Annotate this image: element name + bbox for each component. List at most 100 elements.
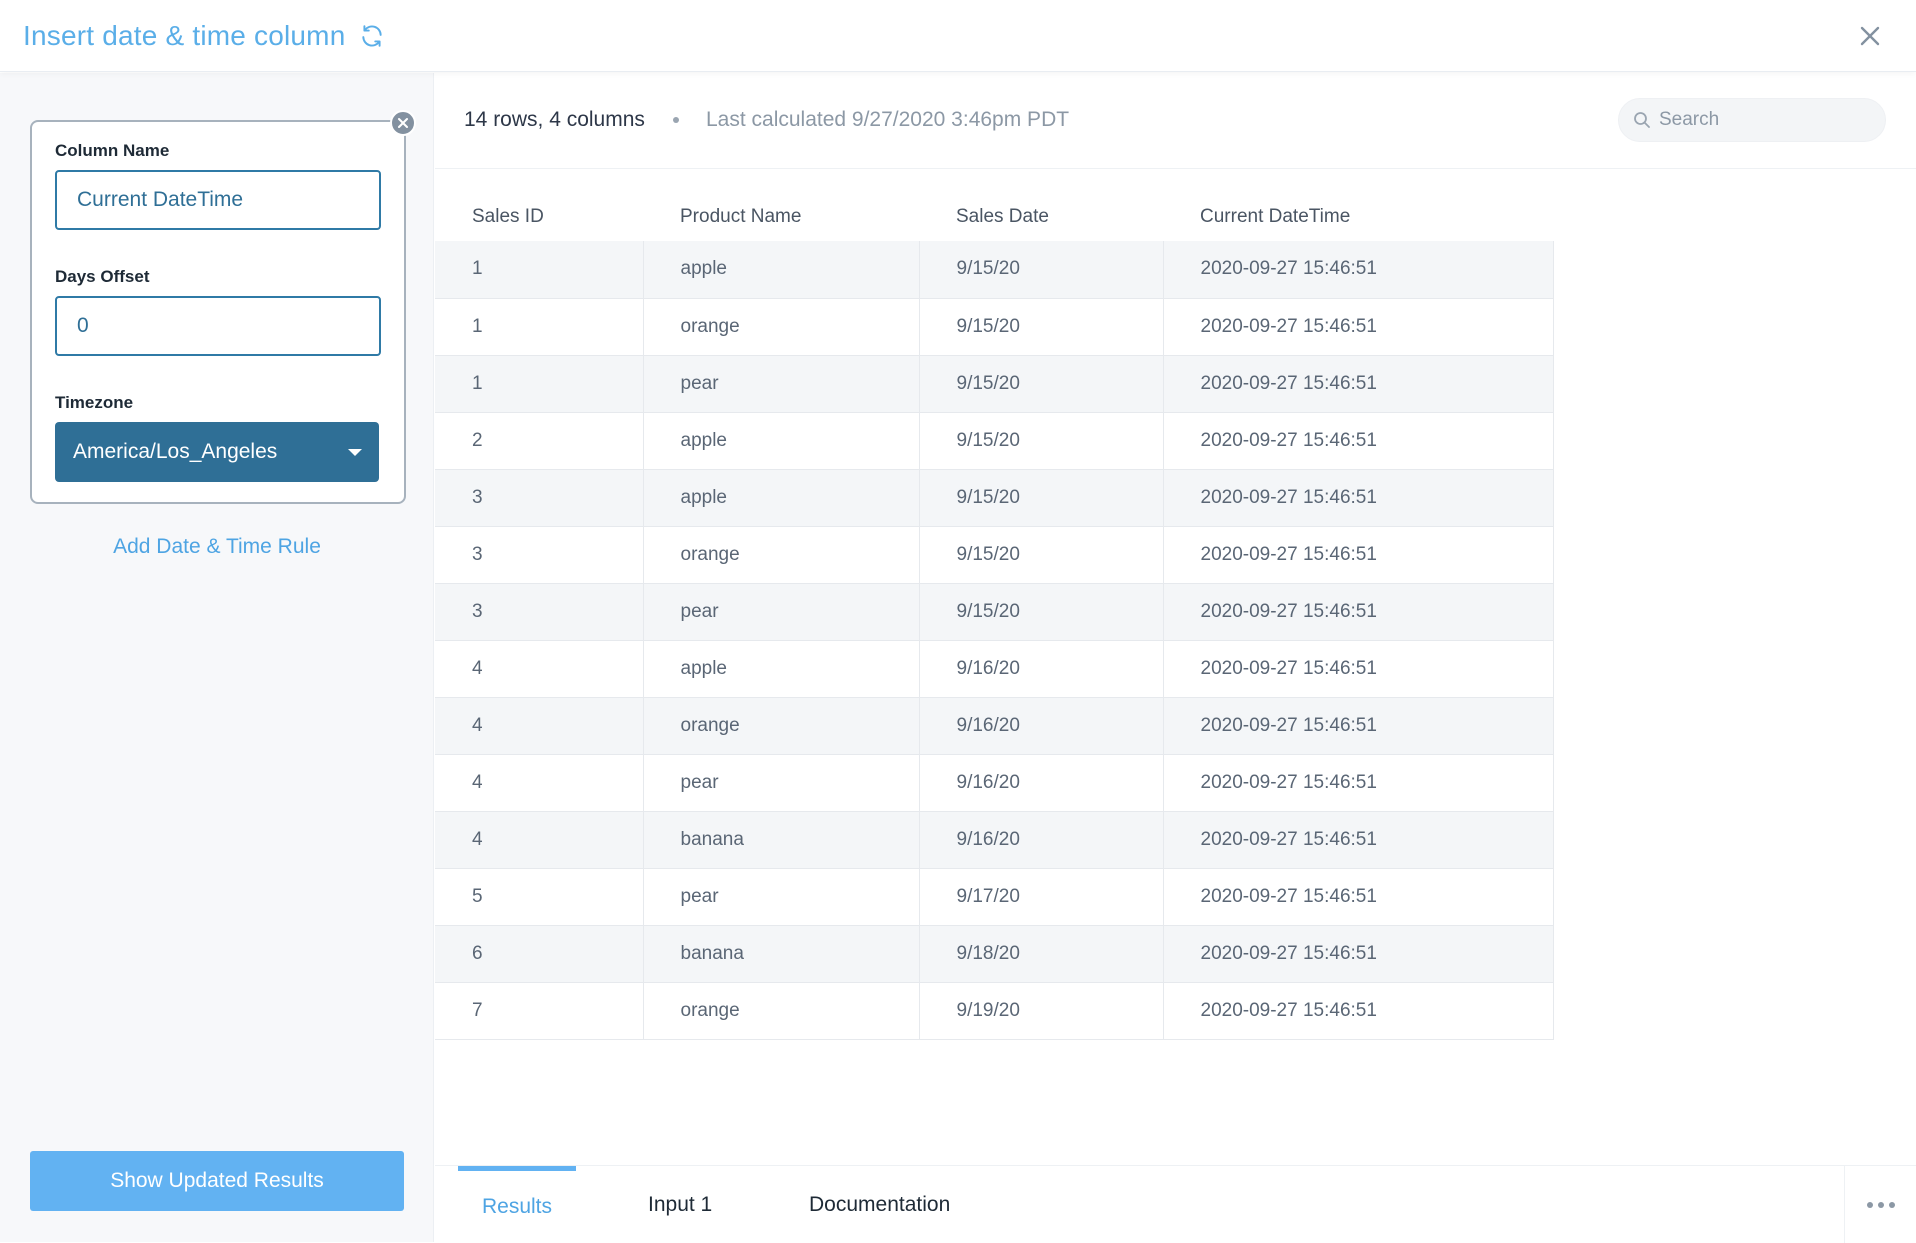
- table-cell: apple: [642, 241, 920, 299]
- table-cell: apple: [642, 469, 920, 527]
- table-row: 5 pear 9/17/20 2020-09-27 15:46:51: [435, 868, 1554, 926]
- column-header-product-name[interactable]: Product Name: [643, 193, 919, 241]
- remove-rule-button[interactable]: [390, 110, 416, 136]
- table-cell: 3: [435, 583, 644, 641]
- table-row: 4 apple 9/16/20 2020-09-27 15:46:51: [435, 640, 1554, 698]
- more-horizontal-icon[interactable]: [1844, 1166, 1916, 1243]
- table-cell: 9/18/20: [918, 925, 1164, 983]
- bottom-tabs: Results Input 1 Documentation: [435, 1165, 1916, 1243]
- table-cell: 4: [435, 811, 644, 869]
- table-cell: 9/16/20: [918, 640, 1164, 698]
- chevron-down-icon: [348, 449, 362, 456]
- table-cell: 2020-09-27 15:46:51: [1162, 811, 1554, 869]
- table-row: 3 apple 9/15/20 2020-09-27 15:46:51: [435, 469, 1554, 527]
- table-cell: 1: [435, 298, 644, 356]
- table-row: 7 orange 9/19/20 2020-09-27 15:46:51: [435, 982, 1554, 1040]
- table-row: 6 banana 9/18/20 2020-09-27 15:46:51: [435, 925, 1554, 983]
- table-cell: apple: [642, 640, 920, 698]
- table-cell: pear: [642, 583, 920, 641]
- refresh-icon[interactable]: [359, 23, 385, 49]
- table-header-row: Sales ID Product Name Sales Date Current…: [435, 193, 1553, 241]
- table-cell: 9/19/20: [918, 982, 1164, 1040]
- table-cell: 7: [435, 982, 644, 1040]
- table-row: 1 apple 9/15/20 2020-09-27 15:46:51: [435, 241, 1554, 299]
- results-panel: 14 rows, 4 columns Last calculated 9/27/…: [435, 73, 1916, 1243]
- table-cell: pear: [642, 754, 920, 812]
- table-cell: 9/15/20: [918, 412, 1164, 470]
- table-cell: 2020-09-27 15:46:51: [1162, 868, 1554, 926]
- add-date-time-rule-link[interactable]: Add Date & Time Rule: [0, 535, 434, 559]
- column-name-label: Column Name: [55, 141, 170, 160]
- table-cell: orange: [642, 697, 920, 755]
- table-row: 2 apple 9/15/20 2020-09-27 15:46:51: [435, 412, 1554, 470]
- tab-documentation[interactable]: Documentation: [809, 1166, 950, 1243]
- table-cell: 6: [435, 925, 644, 983]
- column-header-sales-id[interactable]: Sales ID: [435, 193, 643, 241]
- table-cell: banana: [642, 811, 920, 869]
- timezone-label: Timezone: [55, 393, 134, 412]
- table-cell: 2020-09-27 15:46:51: [1162, 640, 1554, 698]
- table-cell: 9/15/20: [918, 469, 1164, 527]
- table-cell: 4: [435, 640, 644, 698]
- table-cell: pear: [642, 355, 920, 413]
- table-cell: 1: [435, 241, 644, 299]
- table-cell: 4: [435, 697, 644, 755]
- close-icon: [398, 118, 408, 128]
- modal-header: Insert date & time column: [0, 0, 1916, 72]
- table-cell: 2020-09-27 15:46:51: [1162, 697, 1554, 755]
- table-cell: 2020-09-27 15:46:51: [1162, 412, 1554, 470]
- days-offset-input[interactable]: [55, 296, 381, 356]
- days-offset-label: Days Offset: [55, 267, 150, 286]
- table-cell: 2020-09-27 15:46:51: [1162, 526, 1554, 584]
- column-header-current-datetime[interactable]: Current DateTime: [1163, 193, 1553, 241]
- table-cell: banana: [642, 925, 920, 983]
- table-cell: apple: [642, 412, 920, 470]
- table-cell: 2020-09-27 15:46:51: [1162, 241, 1554, 299]
- table-cell: 9/17/20: [918, 868, 1164, 926]
- table-cell: orange: [642, 982, 920, 1040]
- table-cell: 2020-09-27 15:46:51: [1162, 298, 1554, 356]
- table-cell: 9/15/20: [918, 241, 1164, 299]
- timezone-select-value: America/Los_Angeles: [73, 440, 278, 463]
- column-name-input[interactable]: [55, 170, 381, 230]
- table-cell: 2020-09-27 15:46:51: [1162, 469, 1554, 527]
- table-cell: 9/15/20: [918, 298, 1164, 356]
- show-updated-results-button[interactable]: Show Updated Results: [30, 1151, 404, 1211]
- table-cell: 2020-09-27 15:46:51: [1162, 925, 1554, 983]
- table-cell: 5: [435, 868, 644, 926]
- table-cell: 2020-09-27 15:46:51: [1162, 982, 1554, 1040]
- last-calculated: Last calculated 9/27/2020 3:46pm PDT: [706, 108, 1070, 131]
- table-cell: 2020-09-27 15:46:51: [1162, 355, 1554, 413]
- table-cell: 9/16/20: [918, 811, 1164, 869]
- table-cell: orange: [642, 298, 920, 356]
- table-row: 4 orange 9/16/20 2020-09-27 15:46:51: [435, 697, 1554, 755]
- table-cell: pear: [642, 868, 920, 926]
- search-box[interactable]: [1618, 98, 1886, 142]
- table-cell: 9/16/20: [918, 697, 1164, 755]
- column-header-sales-date[interactable]: Sales Date: [919, 193, 1163, 241]
- table-cell: 9/15/20: [918, 583, 1164, 641]
- table-row: 1 orange 9/15/20 2020-09-27 15:46:51: [435, 298, 1554, 356]
- results-toolbar: 14 rows, 4 columns Last calculated 9/27/…: [435, 73, 1916, 169]
- date-time-rule-card: Column Name Days Offset Timezone America…: [30, 110, 416, 504]
- search-icon: [1634, 112, 1650, 128]
- table-cell: 2020-09-27 15:46:51: [1162, 583, 1554, 641]
- search-input[interactable]: [1659, 109, 1879, 131]
- tab-results[interactable]: Results: [458, 1166, 576, 1243]
- table-row: 4 pear 9/16/20 2020-09-27 15:46:51: [435, 754, 1554, 812]
- table-row: 1 pear 9/15/20 2020-09-27 15:46:51: [435, 355, 1554, 413]
- timezone-select[interactable]: America/Los_Angeles: [55, 422, 379, 482]
- table-row: 3 orange 9/15/20 2020-09-27 15:46:51: [435, 526, 1554, 584]
- table-cell: 9/15/20: [918, 355, 1164, 413]
- table-cell: orange: [642, 526, 920, 584]
- table-cell: 3: [435, 469, 644, 527]
- separator-dot: [673, 117, 679, 123]
- table-cell: 4: [435, 754, 644, 812]
- close-icon[interactable]: [1854, 20, 1886, 52]
- config-sidebar: Column Name Days Offset Timezone America…: [0, 73, 434, 1242]
- table-cell: 9/15/20: [918, 526, 1164, 584]
- table-row: 4 banana 9/16/20 2020-09-27 15:46:51: [435, 811, 1554, 869]
- table-row: 3 pear 9/15/20 2020-09-27 15:46:51: [435, 583, 1554, 641]
- results-table: Sales ID Product Name Sales Date Current…: [435, 193, 1554, 1040]
- tab-input-1[interactable]: Input 1: [648, 1166, 712, 1243]
